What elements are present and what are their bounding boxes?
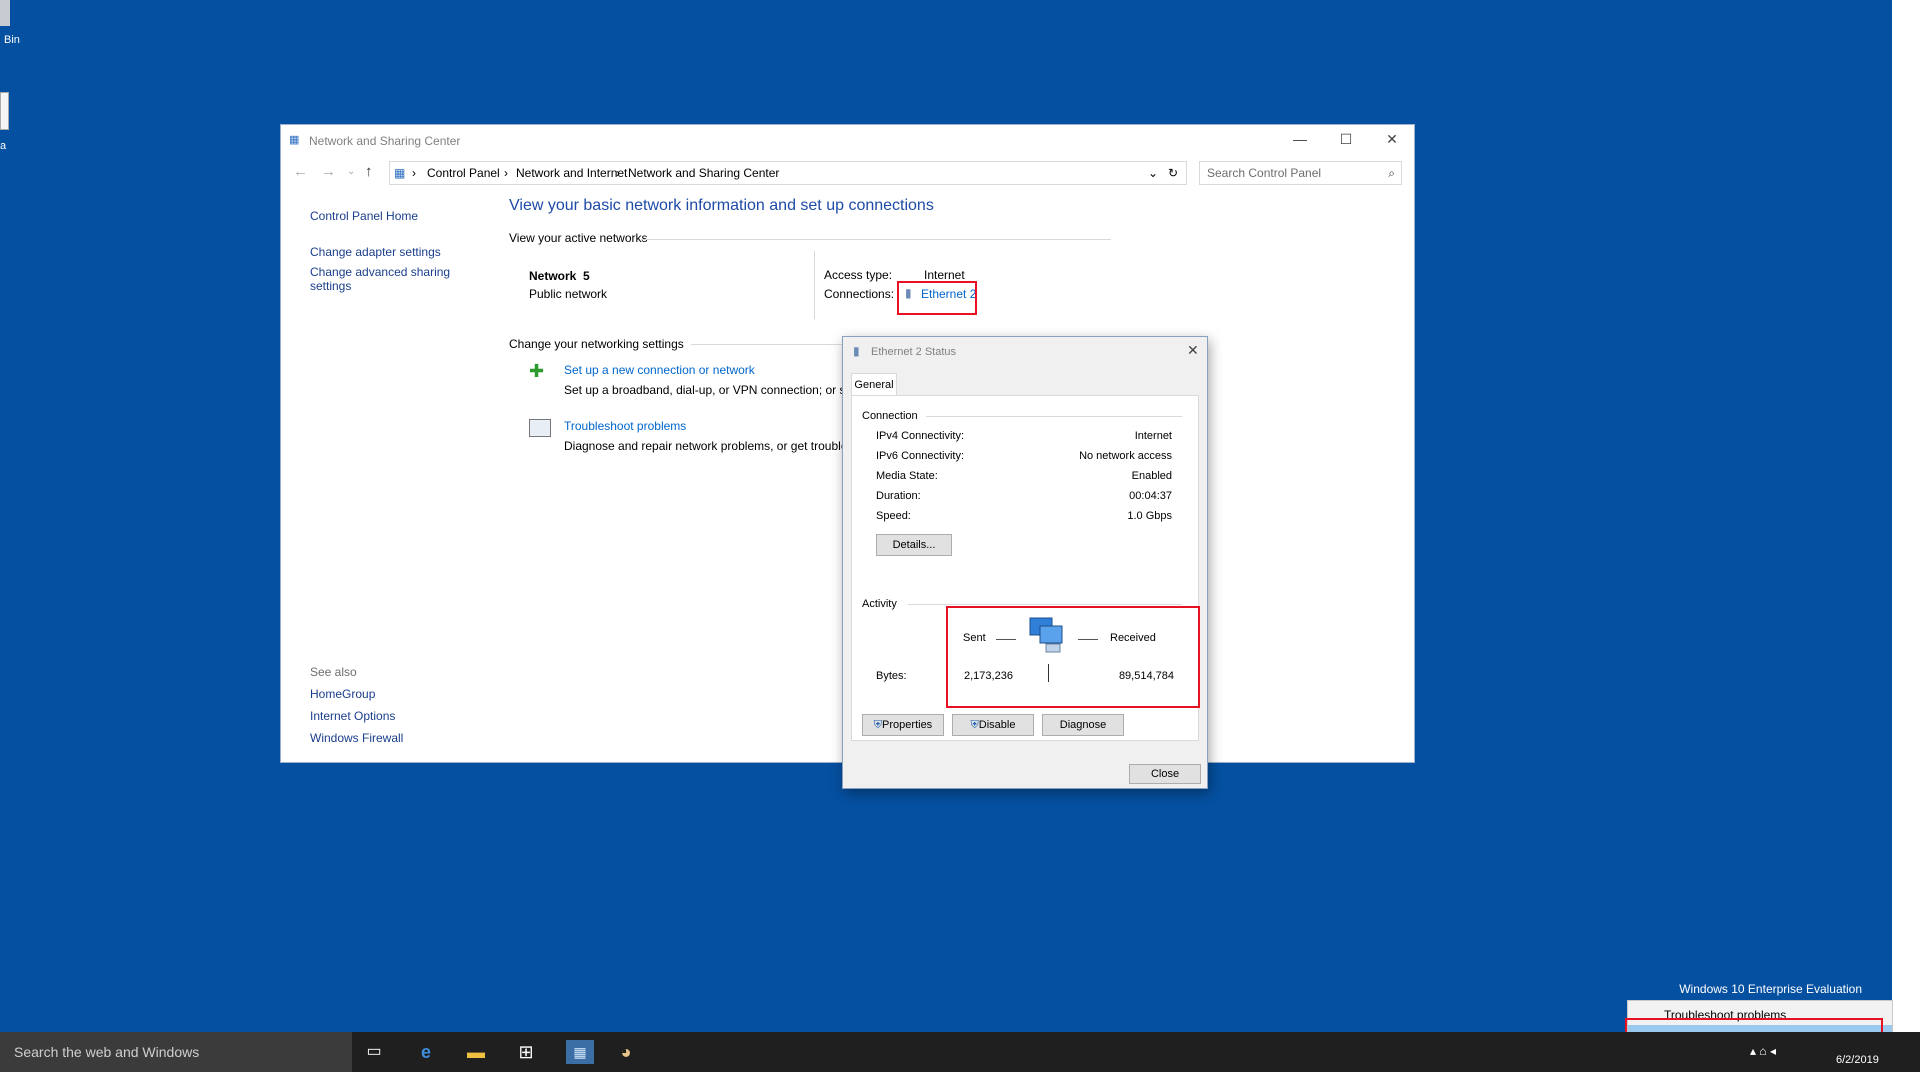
speed-value: 1.0 Gbps (1127, 510, 1172, 522)
tab-general[interactable]: General (851, 373, 897, 396)
general-panel: Connection IPv4 Connectivity: Internet I… (851, 395, 1200, 741)
access-type-label: Access type: (824, 268, 893, 282)
breadcrumb-sep-icon: › (616, 166, 620, 180)
shield-icon: ⛨ (970, 718, 979, 731)
properties-button[interactable]: ⛨Properties (862, 714, 944, 736)
dialog-close-button[interactable]: Close (1129, 764, 1201, 784)
search-placeholder: Search Control Panel (1207, 166, 1322, 180)
ipv6-value: No network access (1079, 450, 1172, 462)
access-type-value: Internet (924, 268, 965, 282)
duration-value: 00:04:37 (1129, 490, 1172, 502)
recycle-bin-label: Bin (4, 34, 20, 46)
media-state-label: Media State: (876, 470, 938, 482)
breadcrumb-control-panel[interactable]: Control Panel (427, 162, 500, 184)
forward-arrow-icon[interactable]: → (321, 163, 336, 180)
title-bar: ▦ Network and Sharing Center — ☐ ✕ (281, 125, 1414, 155)
divider (926, 416, 1182, 417)
file-icon[interactable] (0, 92, 9, 130)
diagnose-button[interactable]: Diagnose (1042, 714, 1124, 736)
troubleshoot-link[interactable]: Troubleshoot problems (564, 419, 686, 433)
recent-dropdown-icon[interactable]: ⌄ (347, 166, 355, 177)
ipv4-label: IPv4 Connectivity: (876, 430, 965, 442)
dialog-title: Ethernet 2 Status (871, 346, 956, 358)
search-input[interactable]: Search Control Panel ⌕ (1199, 161, 1402, 185)
ipv6-label: IPv6 Connectivity: (876, 450, 965, 462)
taskbar-search-input[interactable]: Search the web and Windows (0, 1032, 352, 1072)
breadcrumb-network-internet[interactable]: Network and Internet (516, 162, 627, 184)
divider (908, 604, 1182, 605)
active-networks-label: View your active networks (509, 231, 648, 245)
network-name: Network 5 (529, 269, 590, 283)
window-title: Network and Sharing Center (309, 134, 461, 148)
highlight-box-activity (946, 606, 1200, 708)
network-tray-icon[interactable]: ▴ ⌂ ◂ (1750, 1044, 1776, 1058)
homegroup-link[interactable]: HomeGroup (310, 687, 403, 701)
breadcrumb-network-sharing-center[interactable]: Network and Sharing Center (628, 162, 779, 184)
setup-connection-link[interactable]: Set up a new connection or network (564, 363, 755, 377)
change-advanced-sharing-link[interactable]: Change advanced sharing settings (310, 265, 460, 293)
back-arrow-icon[interactable]: ← (293, 163, 308, 180)
see-also-title: See also (310, 665, 357, 679)
highlight-box-ethernet (897, 281, 977, 315)
disable-button[interactable]: ⛨Disable (952, 714, 1034, 736)
paint-icon[interactable]: ◕ (614, 1040, 638, 1064)
task-view-icon[interactable]: ▭ (362, 1040, 386, 1064)
control-panel-home-link[interactable]: Control Panel Home (310, 209, 470, 223)
internet-options-link[interactable]: Internet Options (310, 709, 403, 723)
up-arrow-icon[interactable]: ↑ (365, 163, 373, 180)
refresh-icon[interactable]: ↻ (1168, 162, 1178, 184)
troubleshoot-desc: Diagnose and repair network problems, or… (564, 439, 848, 453)
control-panel-icon: ▦ (394, 166, 406, 180)
vertical-divider (814, 251, 815, 319)
see-also-section: See also HomeGroup Internet Options Wind… (310, 665, 403, 745)
page-title: View your basic network information and … (509, 197, 934, 214)
connection-section-label: Connection (862, 410, 918, 422)
close-button[interactable]: ✕ (1369, 125, 1415, 155)
media-state-value: Enabled (1131, 470, 1172, 482)
file-icon-label: a (0, 140, 7, 152)
minimize-button[interactable]: — (1277, 125, 1323, 155)
recycle-bin-icon[interactable] (0, 0, 10, 26)
ethernet-status-dialog: ▮ Ethernet 2 Status ✕ General Connection… (842, 336, 1208, 789)
network-type: Public network (529, 287, 608, 301)
edge-icon[interactable]: e (414, 1040, 438, 1064)
taskbar: Search the web and Windows ▭ e ▬ ⊞ ▦ ◕ ▴… (0, 1032, 1920, 1072)
breadcrumb-sep-icon: › (412, 166, 416, 180)
speed-label: Speed: (876, 510, 911, 522)
left-nav: Control Panel Home Change adapter settin… (310, 209, 470, 293)
dialog-close-icon[interactable]: ✕ (1187, 342, 1199, 359)
address-row: ← → ⌄ ↑ ▦ › Control Panel › Network and … (281, 161, 1414, 187)
duration-label: Duration: (876, 490, 921, 502)
activity-section-label: Activity (862, 598, 897, 610)
troubleshoot-icon (529, 419, 551, 437)
maximize-button[interactable]: ☐ (1323, 125, 1369, 155)
ipv4-value: Internet (1134, 430, 1172, 442)
file-explorer-icon[interactable]: ▬ (464, 1040, 488, 1064)
server-manager-icon[interactable]: ▦ (566, 1040, 594, 1064)
details-button[interactable]: Details... (876, 534, 952, 556)
windows-firewall-link[interactable]: Windows Firewall (310, 731, 403, 745)
address-dropdown-icon[interactable]: ⌄ (1148, 162, 1158, 184)
setup-connection-desc: Set up a broadband, dial-up, or VPN conn… (564, 383, 846, 397)
shield-icon: ⛨ (873, 718, 883, 731)
network-center-icon: ▦ (289, 134, 300, 146)
change-adapter-settings-link[interactable]: Change adapter settings (310, 245, 470, 259)
connections-label: Connections: (824, 287, 895, 301)
properties-label: Properties (882, 718, 933, 731)
store-icon[interactable]: ⊞ (514, 1040, 538, 1064)
change-settings-label: Change your networking settings (509, 337, 684, 351)
evaluation-watermark: Windows 10 Enterprise Evaluation (1679, 982, 1862, 996)
tray-date[interactable]: 6/2/2019 (1836, 1054, 1879, 1066)
search-icon: ⌕ (1388, 166, 1395, 180)
divider (641, 239, 1111, 240)
disable-label: Disable (978, 718, 1016, 731)
address-bar[interactable]: ▦ › Control Panel › Network and Internet… (389, 161, 1187, 185)
breadcrumb-sep-icon: › (504, 166, 508, 180)
bytes-label: Bytes: (876, 670, 907, 682)
ethernet-icon: ▮ (853, 344, 860, 358)
new-connection-icon: ✚ (529, 361, 545, 381)
desktop: Bin a ▦ Network and Sharing Center — ☐ ✕… (0, 0, 1892, 1032)
